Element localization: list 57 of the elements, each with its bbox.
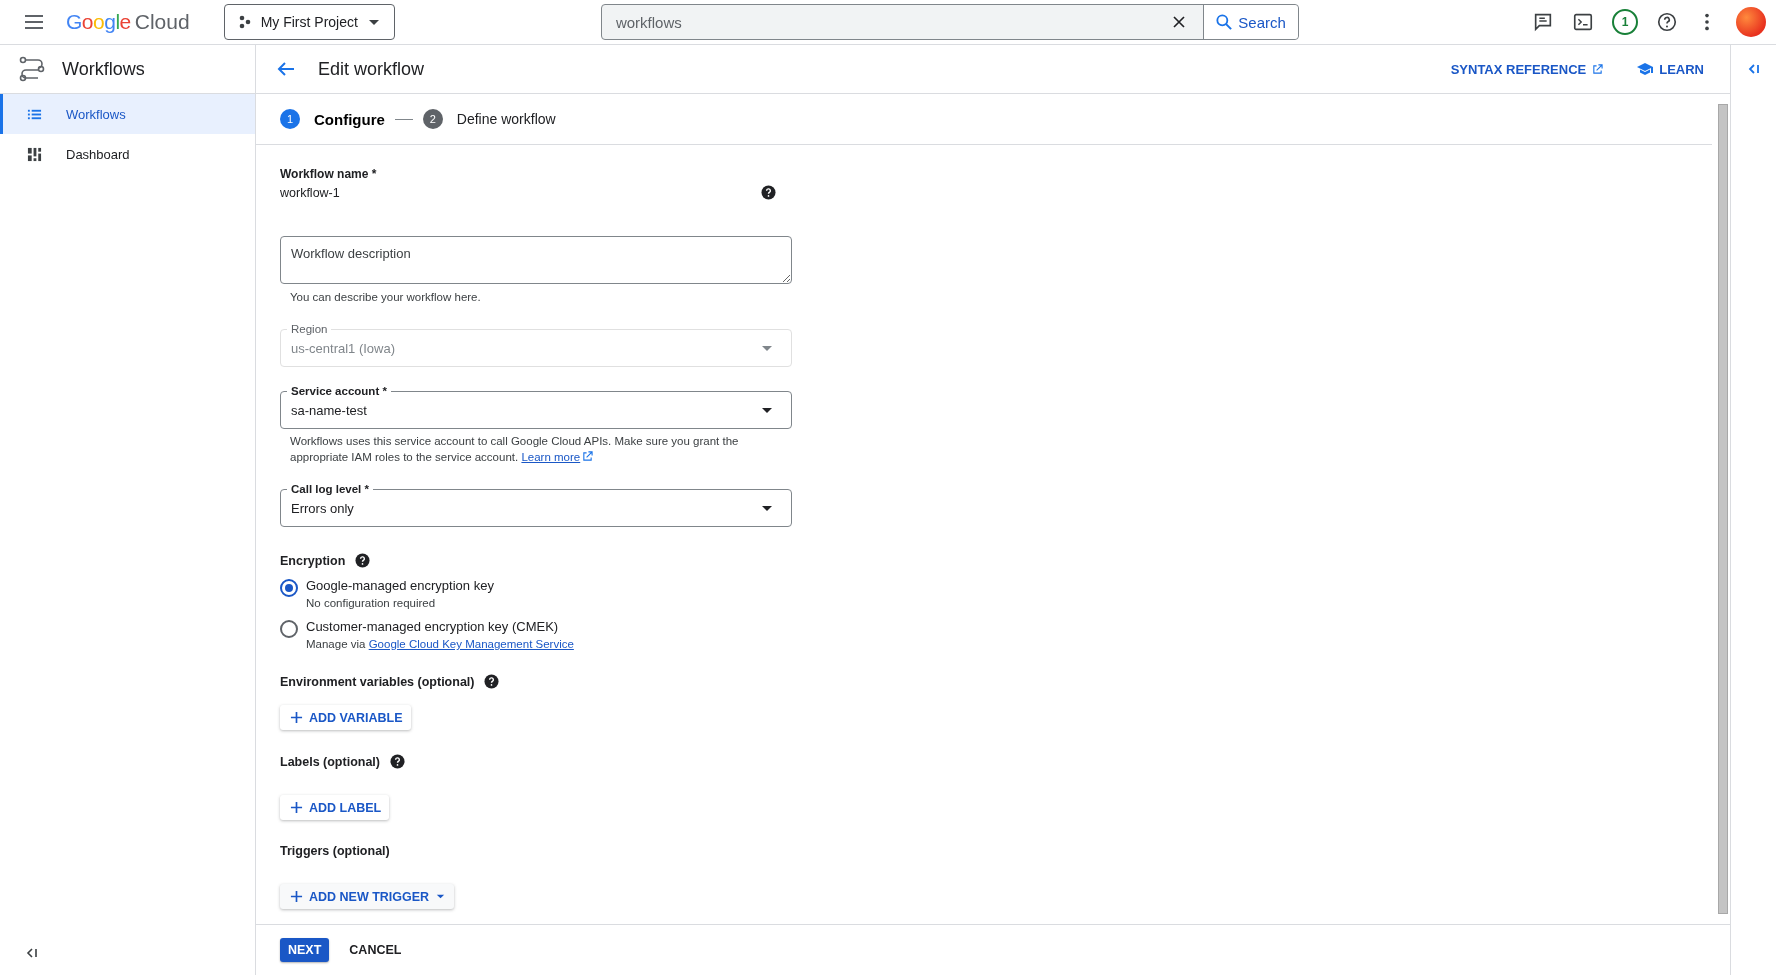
add-button[interactable]: ADD LABEL xyxy=(280,795,390,820)
section-title: Triggers (optional) xyxy=(280,844,390,858)
option-description: Manage via Google Cloud Key Management Service xyxy=(306,638,574,650)
help-icon[interactable] xyxy=(761,185,776,200)
workflows-icon xyxy=(18,55,46,83)
next-button[interactable]: NEXT xyxy=(280,938,330,962)
external-link-icon xyxy=(1592,63,1604,75)
step-number[interactable]: 2 xyxy=(422,109,443,129)
step-label[interactable]: Define workflow xyxy=(456,111,556,127)
field-label: Workflow name * xyxy=(280,167,377,181)
notification-count[interactable]: 1 xyxy=(1612,9,1638,35)
search-field[interactable]: workflows Search xyxy=(600,4,1299,40)
feedback-icon[interactable] xyxy=(1532,11,1554,33)
sidebar-item[interactable]: Dashboard xyxy=(0,134,255,174)
help-icon[interactable] xyxy=(1656,11,1678,33)
logo[interactable]: Google Cloud xyxy=(66,10,190,34)
description-field[interactable]: Workflow description xyxy=(280,236,792,284)
radio-button[interactable] xyxy=(280,620,298,638)
cancel-button[interactable]: CANCEL xyxy=(341,938,410,962)
step-number[interactable]: 1 xyxy=(280,109,300,129)
help-icon[interactable] xyxy=(484,674,500,689)
help-icon[interactable] xyxy=(390,754,405,769)
search-button[interactable]: Search xyxy=(1203,5,1298,39)
header-link[interactable]: LEARN xyxy=(1637,61,1704,77)
add-button[interactable]: ADD NEW TRIGGER xyxy=(280,884,455,909)
section-title: Environment variables (optional) xyxy=(280,674,475,689)
plus-icon xyxy=(290,711,303,724)
avatar[interactable] xyxy=(1736,7,1766,37)
scrollbar[interactable] xyxy=(1718,104,1728,914)
mortarboard-icon xyxy=(1637,61,1654,77)
terminal-icon[interactable] xyxy=(1572,11,1594,33)
project-picker[interactable]: My First Project xyxy=(223,4,395,40)
external-link-icon xyxy=(582,451,594,462)
kms-link[interactable]: Google Cloud Key Management Service xyxy=(368,638,574,650)
hint-text: Workflows uses this service account to call Google Cloud APIs. Make sure you grant the appropriate IAM roles to the service account. Learn more xyxy=(289,434,740,465)
plus-icon xyxy=(290,801,303,814)
section-title: Labels (optional) xyxy=(280,754,380,769)
logo-google-text: Google xyxy=(66,10,131,34)
learn-more-link[interactable]: Learn more xyxy=(521,451,594,463)
help-icon[interactable] xyxy=(355,553,371,568)
workflow-name-value: workflow-1 xyxy=(280,186,341,200)
radio-button[interactable] xyxy=(280,579,298,597)
logo-cloud-text: Cloud xyxy=(134,10,190,34)
plus-icon xyxy=(290,890,303,903)
search-icon xyxy=(1214,12,1235,32)
section-title: Encryption xyxy=(280,553,346,568)
step-label[interactable]: Configure xyxy=(314,110,385,128)
hint-text: You can describe your workflow here. xyxy=(289,290,482,305)
radio-label: Google-managed encryption key xyxy=(306,578,494,593)
add-button[interactable]: ADD VARIABLE xyxy=(280,705,411,730)
radio-label: Customer-managed encryption key (CMEK) xyxy=(306,619,560,634)
dashboard-icon xyxy=(27,146,42,162)
sidebar-item[interactable]: Workflows xyxy=(0,94,255,134)
option-description: No configuration required xyxy=(306,597,437,609)
page-title: Edit workflow xyxy=(318,58,425,80)
sidebar-title: Workflows xyxy=(62,58,145,80)
header-link[interactable]: SYNTAX REFERENCE xyxy=(1450,61,1604,77)
